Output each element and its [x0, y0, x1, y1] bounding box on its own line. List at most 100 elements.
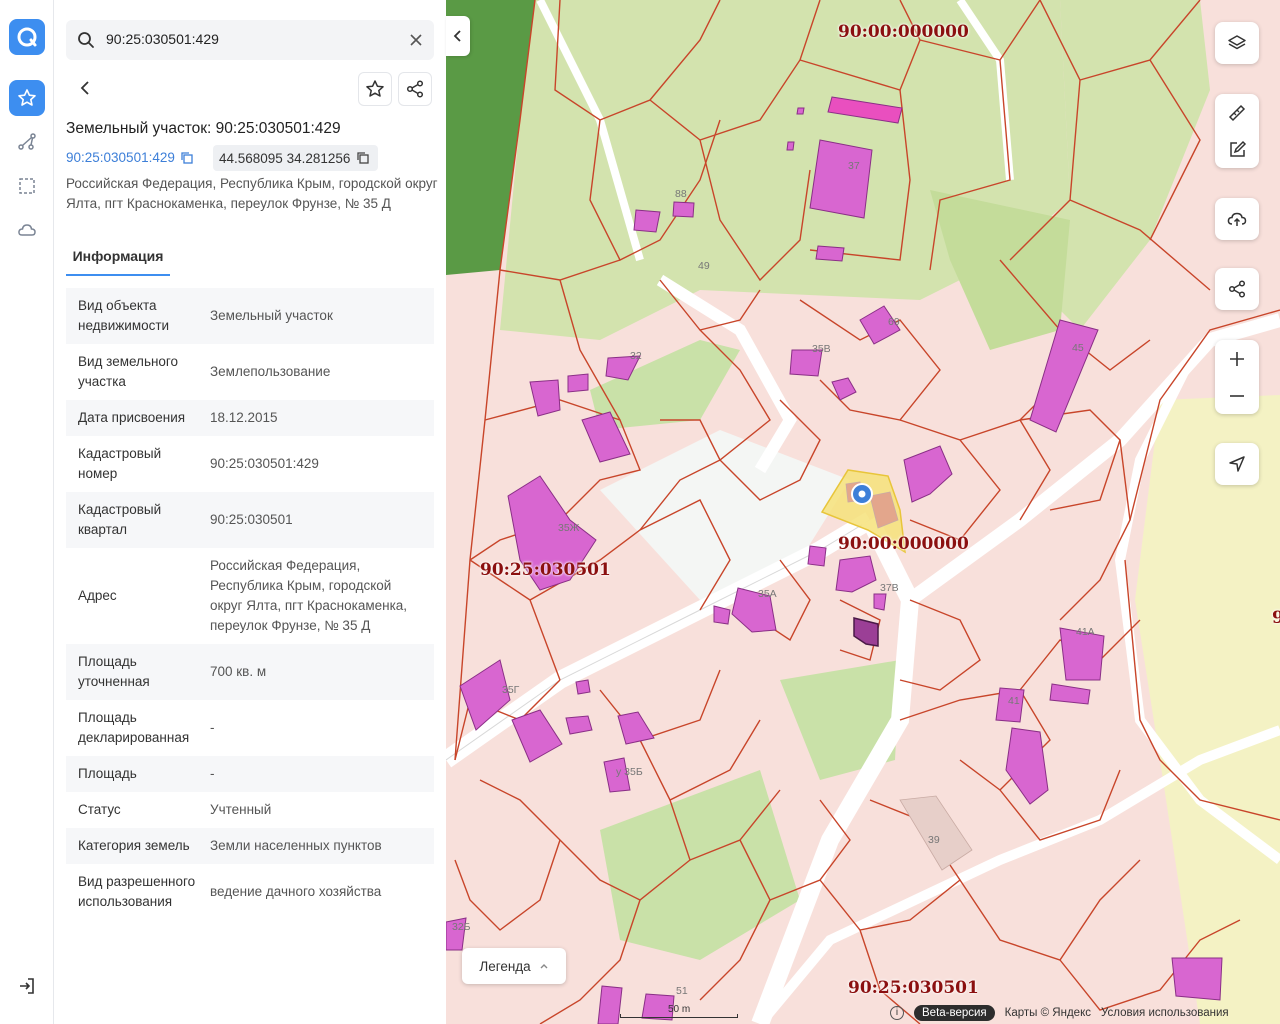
- edit-button[interactable]: [1215, 131, 1259, 168]
- cadastral-number-text[interactable]: 90:25:030501:429: [66, 150, 175, 165]
- info-value: 90:25:030501:429: [210, 456, 319, 471]
- info-value: ведение дачного хозяйства: [210, 884, 382, 899]
- house-number: 35А: [758, 588, 777, 600]
- info-value: -: [210, 766, 215, 781]
- chevron-up-icon: [540, 964, 548, 969]
- info-icon[interactable]: i: [890, 1006, 904, 1020]
- chevron-left-icon: [80, 81, 89, 95]
- info-row: Дата присвоения 18.12.2015: [66, 400, 434, 436]
- info-key: Вид земельного участка: [78, 354, 179, 389]
- clear-search-icon[interactable]: [406, 30, 426, 50]
- info-row: Площадь уточненная 700 кв. м: [66, 644, 434, 700]
- house-number: 41А: [1076, 626, 1095, 638]
- terms-link[interactable]: Условия использования: [1101, 1007, 1229, 1019]
- house-number: 49: [698, 260, 710, 272]
- zoom-in-button[interactable]: [1215, 340, 1259, 377]
- info-key: Площадь декларированная: [78, 710, 190, 745]
- info-value: 700 кв. м: [210, 664, 267, 679]
- cadastral-quarter-label: 90:25:030501: [848, 978, 979, 998]
- info-value: Землепользование: [210, 364, 331, 379]
- house-number: 37: [848, 160, 860, 172]
- upload-button[interactable]: [1215, 198, 1259, 240]
- info-row: Площадь -: [66, 756, 434, 792]
- info-row: Адрес Российская Федерация, Республика Кр…: [66, 548, 434, 644]
- info-key: Вид разрешенного использования: [78, 874, 196, 909]
- info-row: Статус Учтенный: [66, 792, 434, 828]
- share-button[interactable]: [398, 72, 432, 106]
- info-row: Вид разрешенного использования ведение да…: [66, 864, 434, 920]
- cadastral-quarter-label: 90:25:030501: [480, 560, 611, 580]
- copy-icon: [357, 152, 370, 164]
- map-scale: 50 m: [620, 1004, 738, 1018]
- map-share-button[interactable]: [1215, 268, 1259, 310]
- house-number: 35Г: [502, 684, 520, 696]
- house-number: 69: [888, 316, 900, 328]
- coordinates-text: 44.568095 34.281256: [219, 150, 351, 166]
- favorites-nav-button[interactable]: [9, 80, 45, 116]
- house-number: 35Ж: [558, 522, 580, 534]
- search-icon: [76, 30, 96, 50]
- tools-group: [1215, 94, 1259, 168]
- scale-bar: [620, 1014, 738, 1018]
- house-number: 51: [676, 985, 688, 997]
- ruler-button[interactable]: [1215, 94, 1259, 131]
- house-number: 32Б: [452, 921, 471, 933]
- left-rail: [0, 0, 54, 1024]
- cloud-upload-icon: [1227, 212, 1247, 226]
- share-icon: [406, 80, 424, 98]
- info-key: Статус: [78, 802, 121, 817]
- info-key: Вид объекта недвижимости: [78, 298, 170, 333]
- house-number: 32: [630, 350, 642, 362]
- info-value: 18.12.2015: [210, 410, 278, 425]
- zoom-out-button[interactable]: [1215, 377, 1259, 414]
- coordinates-chip[interactable]: 44.568095 34.281256: [213, 145, 379, 171]
- app-logo[interactable]: [9, 19, 45, 55]
- search-bar[interactable]: 90:25:030501:429: [66, 20, 434, 60]
- house-number: 35В: [812, 343, 831, 355]
- house-number: 41: [1008, 695, 1020, 707]
- tab-information[interactable]: Информация: [66, 240, 170, 276]
- info-value: Земельный участок: [210, 308, 333, 323]
- cadastral-quarter-label: 90:00:000000: [838, 534, 969, 554]
- area-select-nav-icon[interactable]: [17, 176, 37, 196]
- cadastral-quarter-label-partial: 9: [1272, 608, 1280, 628]
- route-nav-icon[interactable]: [17, 132, 37, 152]
- ruler-icon: [1228, 104, 1246, 121]
- info-row: Вид объекта недвижимости Земельный участо…: [66, 288, 434, 344]
- info-row: Кадастровый номер 90:25:030501:429: [66, 436, 434, 492]
- map-canvas[interactable]: [446, 0, 1280, 1024]
- info-value: -: [210, 720, 215, 735]
- info-key: Дата присвоения: [78, 410, 186, 425]
- object-info-panel: 90:25:030501:429 Земельный участок: 90:2…: [54, 0, 446, 1024]
- info-key: Площадь: [78, 766, 137, 781]
- my-location-button[interactable]: [1215, 443, 1259, 485]
- house-number: 88: [675, 188, 687, 200]
- cadastral-number-link[interactable]: 90:25:030501:429: [66, 150, 194, 165]
- map-attribution: i Beta-версия Карты © Яндекс Условия исп…: [890, 1004, 1229, 1022]
- house-number: 39: [928, 834, 940, 846]
- search-input[interactable]: 90:25:030501:429: [106, 31, 219, 47]
- yandex-copyright[interactable]: Карты © Яндекс: [1005, 1007, 1091, 1019]
- zoom-controls: [1215, 340, 1259, 414]
- house-number: у 35Б: [616, 766, 643, 778]
- info-table: Вид объекта недвижимости Земельный участо…: [66, 288, 434, 920]
- minus-icon: [1230, 394, 1244, 397]
- add-to-favorites-button[interactable]: [358, 72, 392, 106]
- info-key: Категория земель: [78, 838, 190, 853]
- logout-icon[interactable]: [17, 976, 37, 996]
- beta-badge: Beta-версия: [914, 1005, 995, 1021]
- layers-button[interactable]: [1215, 22, 1259, 64]
- info-row: Площадь декларированная -: [66, 700, 434, 756]
- cloud-nav-icon[interactable]: [17, 220, 37, 240]
- collapse-panel-button[interactable]: [446, 16, 470, 56]
- house-number: 37В: [880, 582, 899, 594]
- star-icon: [366, 80, 384, 97]
- navigation-arrow-icon: [1229, 456, 1245, 472]
- cadastral-quarter-label: 90:00:000000: [838, 22, 969, 42]
- info-row: Категория земель Земли населенных пунктов: [66, 828, 434, 864]
- legend-button[interactable]: Легенда: [462, 948, 566, 984]
- chevron-left-icon: [453, 30, 461, 42]
- cadastral-map[interactable]: 90:00:000000 90:00:000000 90:25:030501 9…: [446, 0, 1280, 1024]
- info-row: Вид земельного участка Землепользование: [66, 344, 434, 400]
- back-button[interactable]: [74, 76, 98, 100]
